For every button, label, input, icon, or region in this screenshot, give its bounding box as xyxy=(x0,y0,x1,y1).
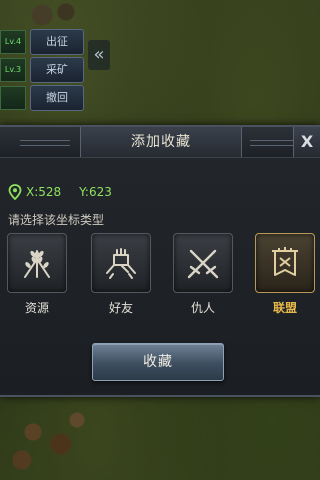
type-friend[interactable]: 好友 xyxy=(89,233,153,316)
double-chevron-left-icon[interactable]: « xyxy=(88,40,110,70)
bookmark-type-list: 资源 好友 仇人 联盟 xyxy=(0,233,320,328)
type-prompt: 请选择该坐标类型 xyxy=(8,213,105,227)
location-pin-icon xyxy=(8,184,22,200)
recall-row: 撤回 xyxy=(0,84,112,111)
type-friend-tile[interactable] xyxy=(91,233,151,293)
type-alliance-tile[interactable] xyxy=(255,233,315,293)
bookmark-confirm-button[interactable]: 收藏 xyxy=(92,343,224,381)
troop-level-tag xyxy=(0,86,26,110)
recall-button[interactable]: 撤回 xyxy=(30,85,84,111)
game-screen: Lv.4 出征 Lv.3 采矿 撤回 « 添加收藏 X X:528 Y:623 … xyxy=(0,0,320,480)
add-bookmark-dialog: 添加收藏 X X:528 Y:623 请选择该坐标类型 资源 好友 仇人 联盟 … xyxy=(0,125,320,397)
coord-x: X:528 xyxy=(26,185,62,199)
coordinates: X:528 Y:623 xyxy=(8,183,126,201)
type-friend-label: 好友 xyxy=(108,301,133,315)
dialog-title-bar: 添加收藏 X xyxy=(0,127,320,158)
troop-level-tag: Lv.4 xyxy=(0,30,26,54)
close-button[interactable]: X xyxy=(293,127,320,157)
type-enemy-label: 仇人 xyxy=(190,301,215,315)
march-button[interactable]: 出征 xyxy=(30,29,84,55)
coord-y: Y:623 xyxy=(79,185,112,199)
crossed-swords-icon xyxy=(187,249,219,279)
title-tab: 添加收藏 xyxy=(80,127,242,157)
handshake-icon xyxy=(106,248,136,279)
type-resource-tile[interactable] xyxy=(7,233,67,293)
type-enemy[interactable]: 仇人 xyxy=(171,233,235,316)
type-enemy-tile[interactable] xyxy=(173,233,233,293)
troop-level-tag: Lv.3 xyxy=(0,58,26,82)
type-alliance-label: 联盟 xyxy=(272,301,297,315)
type-alliance[interactable]: 联盟 xyxy=(253,233,317,316)
title-ornament-left xyxy=(20,140,70,146)
type-resource-label: 资源 xyxy=(24,301,49,315)
mining-button[interactable]: 采矿 xyxy=(30,57,84,83)
wheat-icon xyxy=(24,250,50,278)
dialog-title: 添加收藏 xyxy=(131,134,191,150)
type-resource[interactable]: 资源 xyxy=(5,233,69,316)
alliance-banner-icon xyxy=(272,247,298,276)
